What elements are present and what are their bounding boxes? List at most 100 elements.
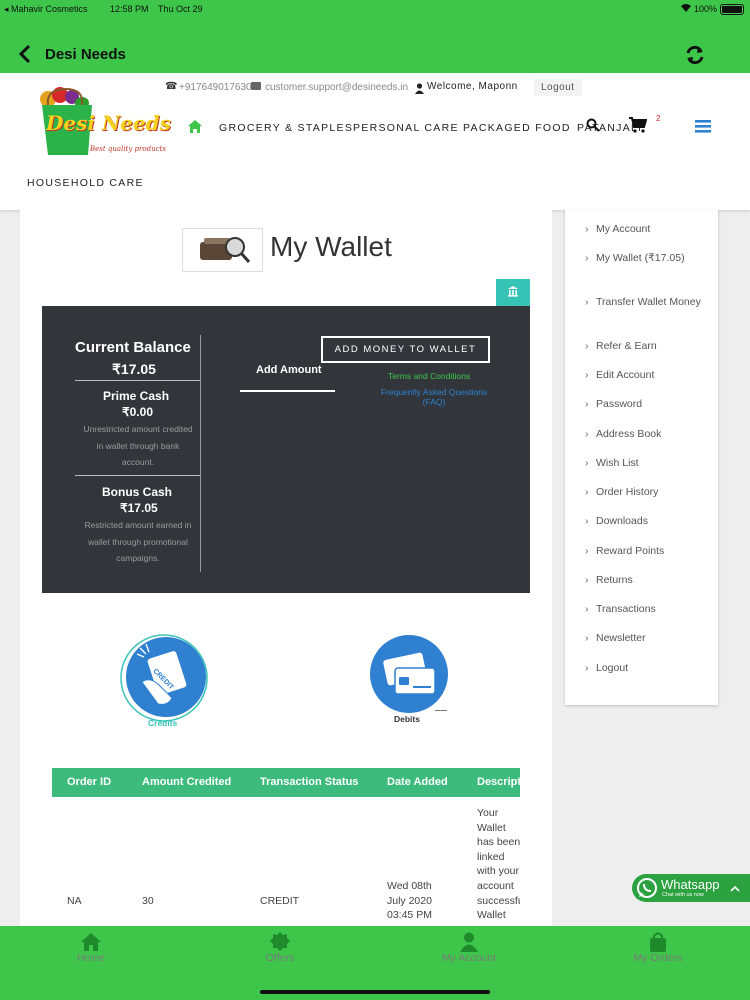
wallet-content: My Wallet Current Balance ₹17.05 Prime C…	[20, 210, 552, 926]
tab-home[interactable]: Home	[31, 926, 151, 964]
desi-needs-logo[interactable]: Desi Needs Best quality products	[36, 85, 171, 160]
whatsapp-sub: Chat with us now	[662, 892, 704, 898]
shopping-bag-icon	[598, 932, 718, 952]
debits-button[interactable]	[369, 634, 449, 714]
tab-my-orders[interactable]: My Orders	[598, 926, 718, 964]
site-header: ☎ +917649017630 customer.support@desinee…	[0, 73, 750, 210]
current-balance-label: Current Balance	[75, 339, 191, 356]
sidebar-item-transactions[interactable]: Transactions	[585, 602, 711, 617]
bank-icon-button[interactable]	[496, 279, 530, 306]
account-sidebar: My Account My Wallet (₹17.05) Transfer W…	[565, 210, 718, 705]
sidebar-item-my-account[interactable]: My Account	[585, 222, 711, 237]
back-icon[interactable]	[18, 44, 32, 69]
panel-divider	[200, 335, 201, 572]
carrier-text: ◂ Mahavir Cosmetics	[4, 4, 88, 14]
whatsapp-label: Whatsapp	[661, 877, 720, 892]
cell-date: Wed 08th July 2020 03:45 PM	[387, 880, 432, 922]
status-time: 12:58 PM	[110, 4, 149, 14]
prime-cash-label: Prime Cash	[103, 389, 170, 403]
menu-packaged-food[interactable]: PACKAGED FOOD	[463, 122, 571, 134]
wallet-balance-panel: Current Balance ₹17.05 Prime Cash ₹0.00 …	[42, 306, 530, 593]
user-icon	[415, 81, 424, 94]
nav-title: Desi Needs	[45, 46, 126, 63]
sidebar-item-reward-points[interactable]: Reward Points	[585, 544, 711, 559]
credits-label[interactable]: Credits	[148, 718, 177, 728]
sidebar-item-refer-earn[interactable]: Refer & Earn	[585, 339, 711, 354]
status-date: Thu Oct 29	[158, 4, 203, 14]
wifi-icon	[680, 3, 692, 15]
col-description: Descript	[477, 776, 520, 788]
logo-text: Desi Needs	[46, 111, 171, 135]
tab-my-account[interactable]: My Account	[409, 926, 529, 964]
whatsapp-chat-button[interactable]: Whatsapp Chat with us now	[632, 874, 750, 902]
cart-icon[interactable]	[629, 117, 648, 138]
sidebar-item-logout[interactable]: Logout	[585, 661, 711, 676]
phone-icon: ☎	[165, 81, 178, 92]
hamburger-menu-icon[interactable]	[695, 120, 711, 138]
bonus-cash-label: Bonus Cash	[102, 485, 173, 499]
page-title: My Wallet	[270, 231, 392, 262]
prime-cash-value: ₹0.00	[122, 405, 153, 419]
support-email[interactable]: customer.support@desineeds.in	[265, 82, 408, 93]
col-transaction-status: Transaction Status	[260, 776, 359, 788]
email-icon	[251, 82, 261, 90]
logo-tagline: Best quality products	[90, 145, 166, 153]
col-date-added: Date Added	[387, 776, 448, 788]
sidebar-item-downloads[interactable]: Downloads	[585, 514, 711, 529]
bottom-tab-bar: Home Offers My Account My Orders	[0, 926, 750, 1000]
wallet-image	[182, 228, 263, 272]
menu-grocery-staples[interactable]: GROCERY & STAPLES	[219, 122, 353, 134]
sidebar-item-password[interactable]: Password	[585, 397, 711, 412]
divider-line	[75, 380, 200, 381]
col-amount-credited: Amount Credited	[142, 776, 232, 788]
tab-home-label: Home	[76, 952, 105, 964]
refresh-icon[interactable]	[684, 44, 706, 71]
bonus-cash-value: ₹17.05	[120, 501, 158, 515]
sidebar-item-address-book[interactable]: Address Book	[585, 427, 711, 442]
sidebar-item-transfer-wallet-money[interactable]: Transfer Wallet Money	[585, 295, 711, 310]
sidebar-item-edit-account[interactable]: Edit Account	[585, 368, 711, 383]
faq-link[interactable]: Frequently Asked Questions (FAQ)	[372, 387, 496, 407]
add-amount-input[interactable]	[240, 390, 335, 392]
sidebar-item-newsletter[interactable]: Newsletter	[585, 631, 711, 646]
home-icon	[31, 932, 151, 952]
cart-count-badge: 2	[656, 114, 661, 123]
menu-household-care[interactable]: HOUSEHOLD CARE	[27, 177, 144, 189]
tab-offers-label: Offers	[265, 952, 295, 964]
support-phone[interactable]: +917649017630	[179, 82, 252, 93]
chevron-up-icon	[730, 880, 740, 898]
logout-button[interactable]: Logout	[534, 79, 582, 96]
sidebar-item-my-wallet[interactable]: My Wallet (₹17.05)	[585, 251, 711, 266]
cell-amount: 30	[142, 895, 154, 907]
tab-my-account-label: My Account	[441, 952, 497, 964]
battery-percent: 100%	[694, 4, 718, 14]
debits-label[interactable]: Debits	[394, 714, 420, 724]
search-icon[interactable]	[586, 118, 600, 137]
sidebar-item-wish-list[interactable]: Wish List	[585, 456, 711, 471]
user-icon	[409, 932, 529, 952]
welcome-text: Welcome, Maponn	[427, 81, 518, 92]
add-amount-label: Add Amount	[256, 364, 322, 376]
current-balance-value: ₹17.05	[112, 361, 156, 377]
prime-cash-description: Unrestricted amount credited in wallet t…	[83, 424, 193, 467]
whatsapp-icon	[636, 877, 658, 904]
offers-badge-icon	[220, 932, 340, 952]
cell-description: Your Wallet has been linked with your ac…	[477, 807, 520, 926]
tab-my-orders-label: My Orders	[633, 952, 683, 964]
sidebar-item-order-history[interactable]: Order History	[585, 485, 711, 500]
bonus-cash-description: Restricted amount earned in wallet throu…	[84, 520, 192, 563]
menu-personal-care[interactable]: PERSONAL CARE	[353, 122, 459, 134]
credits-button[interactable]: CREDIT	[120, 634, 208, 722]
terms-conditions-link[interactable]: Terms and Conditions	[388, 371, 470, 381]
tab-offers[interactable]: Offers	[220, 926, 340, 964]
status-bar: ◂ Mahavir Cosmetics 12:58 PM Thu Oct 29 …	[0, 0, 750, 20]
cell-order-id: NA	[67, 895, 82, 907]
home-icon[interactable]	[188, 120, 202, 138]
divider-line	[75, 475, 200, 476]
battery-icon	[720, 4, 744, 15]
col-order-id: Order ID	[67, 776, 112, 788]
transactions-table-header: Order ID Amount Credited Transaction Sta…	[52, 768, 520, 797]
add-money-to-wallet-button[interactable]: ADD MONEY TO WALLET	[321, 336, 490, 363]
sidebar-item-returns[interactable]: Returns	[585, 573, 711, 588]
debits-underline	[435, 710, 447, 711]
